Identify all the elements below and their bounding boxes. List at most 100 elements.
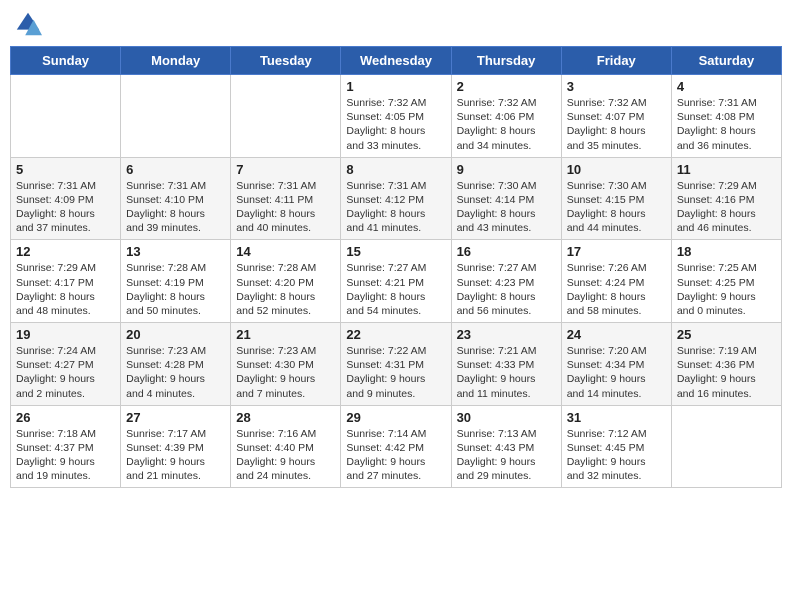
logo-icon <box>14 10 42 38</box>
logo <box>14 10 44 38</box>
day-number: 16 <box>457 244 556 259</box>
calendar-day-cell: 1 Sunrise: 7:32 AM Sunset: 4:05 PM Daylig… <box>341 75 451 158</box>
day-info: Sunrise: 7:14 AM Sunset: 4:42 PM Dayligh… <box>346 427 445 484</box>
calendar-day-cell: 13 Sunrise: 7:28 AM Sunset: 4:19 PM Dayli… <box>121 240 231 323</box>
calendar-day-cell: 7 Sunrise: 7:31 AM Sunset: 4:11 PM Daylig… <box>231 157 341 240</box>
day-number: 8 <box>346 162 445 177</box>
day-number: 30 <box>457 410 556 425</box>
calendar-day-cell <box>11 75 121 158</box>
day-info: Sunrise: 7:31 AM Sunset: 4:09 PM Dayligh… <box>16 179 115 236</box>
calendar-day-cell: 6Sunrise: 7:31 AM Sunset: 4:10 PM Daylig… <box>121 157 231 240</box>
day-info: Sunrise: 7:27 AM Sunset: 4:21 PM Dayligh… <box>346 261 445 318</box>
day-info: Sunrise: 7:13 AM Sunset: 4:43 PM Dayligh… <box>457 427 556 484</box>
calendar-day-cell: 24Sunrise: 7:20 AM Sunset: 4:34 PM Dayli… <box>561 323 671 406</box>
day-info: Sunrise: 7:31 AM Sunset: 4:10 PM Dayligh… <box>126 179 225 236</box>
day-info: Sunrise: 7:17 AM Sunset: 4:39 PM Dayligh… <box>126 427 225 484</box>
day-info: Sunrise: 7:21 AM Sunset: 4:33 PM Dayligh… <box>457 344 556 401</box>
weekday-header: Friday <box>561 47 671 75</box>
calendar-day-cell: 18 Sunrise: 7:25 AM Sunset: 4:25 PM Dayli… <box>671 240 781 323</box>
day-info: Sunrise: 7:31 AM Sunset: 4:11 PM Dayligh… <box>236 179 335 236</box>
day-info: Sunrise: 7:23 AM Sunset: 4:30 PM Dayligh… <box>236 344 335 401</box>
calendar-day-cell: 19 Sunrise: 7:24 AM Sunset: 4:27 PM Dayli… <box>11 323 121 406</box>
calendar-day-cell: 30 Sunrise: 7:13 AM Sunset: 4:43 PM Dayli… <box>451 405 561 488</box>
day-number: 2 <box>457 79 556 94</box>
day-info: Sunrise: 7:19 AM Sunset: 4:36 PM Dayligh… <box>677 344 776 401</box>
calendar-day-cell: 26 Sunrise: 7:18 AM Sunset: 4:37 PM Dayli… <box>11 405 121 488</box>
day-number: 26 <box>16 410 115 425</box>
day-number: 10 <box>567 162 666 177</box>
day-number: 23 <box>457 327 556 342</box>
weekday-header: Tuesday <box>231 47 341 75</box>
day-number: 27 <box>126 410 225 425</box>
calendar-day-cell: 4 Sunrise: 7:31 AM Sunset: 4:08 PM Daylig… <box>671 75 781 158</box>
calendar-day-cell: 2 Sunrise: 7:32 AM Sunset: 4:06 PM Daylig… <box>451 75 561 158</box>
day-info: Sunrise: 7:29 AM Sunset: 4:17 PM Dayligh… <box>16 261 115 318</box>
calendar-day-cell: 22 Sunrise: 7:22 AM Sunset: 4:31 PM Dayli… <box>341 323 451 406</box>
calendar-day-cell: 20 Sunrise: 7:23 AM Sunset: 4:28 PM Dayli… <box>121 323 231 406</box>
calendar-day-cell: 9 Sunrise: 7:30 AM Sunset: 4:14 PM Daylig… <box>451 157 561 240</box>
day-number: 19 <box>16 327 115 342</box>
weekday-header: Wednesday <box>341 47 451 75</box>
day-info: Sunrise: 7:27 AM Sunset: 4:23 PM Dayligh… <box>457 261 556 318</box>
day-number: 22 <box>346 327 445 342</box>
day-number: 13 <box>126 244 225 259</box>
weekday-header: Saturday <box>671 47 781 75</box>
calendar-table: SundayMondayTuesdayWednesdayThursdayFrid… <box>10 46 782 488</box>
day-number: 4 <box>677 79 776 94</box>
day-number: 31 <box>567 410 666 425</box>
day-info: Sunrise: 7:25 AM Sunset: 4:25 PM Dayligh… <box>677 261 776 318</box>
day-number: 1 <box>346 79 445 94</box>
day-info: Sunrise: 7:31 AM Sunset: 4:12 PM Dayligh… <box>346 179 445 236</box>
day-number: 28 <box>236 410 335 425</box>
calendar-day-cell: 23 Sunrise: 7:21 AM Sunset: 4:33 PM Dayli… <box>451 323 561 406</box>
day-info: Sunrise: 7:28 AM Sunset: 4:20 PM Dayligh… <box>236 261 335 318</box>
day-info: Sunrise: 7:23 AM Sunset: 4:28 PM Dayligh… <box>126 344 225 401</box>
calendar-day-cell: 27 Sunrise: 7:17 AM Sunset: 4:39 PM Dayli… <box>121 405 231 488</box>
day-info: Sunrise: 7:26 AM Sunset: 4:24 PM Dayligh… <box>567 261 666 318</box>
calendar-day-cell: 29 Sunrise: 7:14 AM Sunset: 4:42 PM Dayli… <box>341 405 451 488</box>
day-info: Sunrise: 7:30 AM Sunset: 4:14 PM Dayligh… <box>457 179 556 236</box>
calendar-week-row: 5 Sunrise: 7:31 AM Sunset: 4:09 PM Daylig… <box>11 157 782 240</box>
day-info: Sunrise: 7:28 AM Sunset: 4:19 PM Dayligh… <box>126 261 225 318</box>
calendar-day-cell: 31 Sunrise: 7:12 AM Sunset: 4:45 PM Dayli… <box>561 405 671 488</box>
calendar-day-cell: 21 Sunrise: 7:23 AM Sunset: 4:30 PM Dayli… <box>231 323 341 406</box>
day-number: 18 <box>677 244 776 259</box>
day-number: 24 <box>567 327 666 342</box>
day-info: Sunrise: 7:18 AM Sunset: 4:37 PM Dayligh… <box>16 427 115 484</box>
day-info: Sunrise: 7:32 AM Sunset: 4:05 PM Dayligh… <box>346 96 445 153</box>
calendar-week-row: 1 Sunrise: 7:32 AM Sunset: 4:05 PM Daylig… <box>11 75 782 158</box>
calendar-day-cell: 14Sunrise: 7:28 AM Sunset: 4:20 PM Dayli… <box>231 240 341 323</box>
day-number: 11 <box>677 162 776 177</box>
day-number: 7 <box>236 162 335 177</box>
day-info: Sunrise: 7:16 AM Sunset: 4:40 PM Dayligh… <box>236 427 335 484</box>
calendar-day-cell <box>121 75 231 158</box>
calendar-day-cell: 28 Sunrise: 7:16 AM Sunset: 4:40 PM Dayli… <box>231 405 341 488</box>
day-info: Sunrise: 7:29 AM Sunset: 4:16 PM Dayligh… <box>677 179 776 236</box>
day-info: Sunrise: 7:24 AM Sunset: 4:27 PM Dayligh… <box>16 344 115 401</box>
calendar-day-cell: 17 Sunrise: 7:26 AM Sunset: 4:24 PM Dayli… <box>561 240 671 323</box>
day-number: 20 <box>126 327 225 342</box>
day-number: 21 <box>236 327 335 342</box>
day-number: 25 <box>677 327 776 342</box>
day-info: Sunrise: 7:31 AM Sunset: 4:08 PM Dayligh… <box>677 96 776 153</box>
calendar-day-cell: 5 Sunrise: 7:31 AM Sunset: 4:09 PM Daylig… <box>11 157 121 240</box>
day-info: Sunrise: 7:32 AM Sunset: 4:07 PM Dayligh… <box>567 96 666 153</box>
day-number: 17 <box>567 244 666 259</box>
day-number: 9 <box>457 162 556 177</box>
calendar-day-cell: 8 Sunrise: 7:31 AM Sunset: 4:12 PM Daylig… <box>341 157 451 240</box>
day-number: 5 <box>16 162 115 177</box>
day-number: 29 <box>346 410 445 425</box>
page-header <box>10 10 782 38</box>
calendar-day-cell: 11 Sunrise: 7:29 AM Sunset: 4:16 PM Dayli… <box>671 157 781 240</box>
calendar-day-cell: 25 Sunrise: 7:19 AM Sunset: 4:36 PM Dayli… <box>671 323 781 406</box>
day-info: Sunrise: 7:30 AM Sunset: 4:15 PM Dayligh… <box>567 179 666 236</box>
calendar-day-cell: 12Sunrise: 7:29 AM Sunset: 4:17 PM Dayli… <box>11 240 121 323</box>
calendar-day-cell: 15Sunrise: 7:27 AM Sunset: 4:21 PM Dayli… <box>341 240 451 323</box>
weekday-header: Sunday <box>11 47 121 75</box>
day-info: Sunrise: 7:22 AM Sunset: 4:31 PM Dayligh… <box>346 344 445 401</box>
day-info: Sunrise: 7:32 AM Sunset: 4:06 PM Dayligh… <box>457 96 556 153</box>
day-number: 3 <box>567 79 666 94</box>
calendar-week-row: 19 Sunrise: 7:24 AM Sunset: 4:27 PM Dayli… <box>11 323 782 406</box>
day-info: Sunrise: 7:12 AM Sunset: 4:45 PM Dayligh… <box>567 427 666 484</box>
calendar-week-row: 12Sunrise: 7:29 AM Sunset: 4:17 PM Dayli… <box>11 240 782 323</box>
